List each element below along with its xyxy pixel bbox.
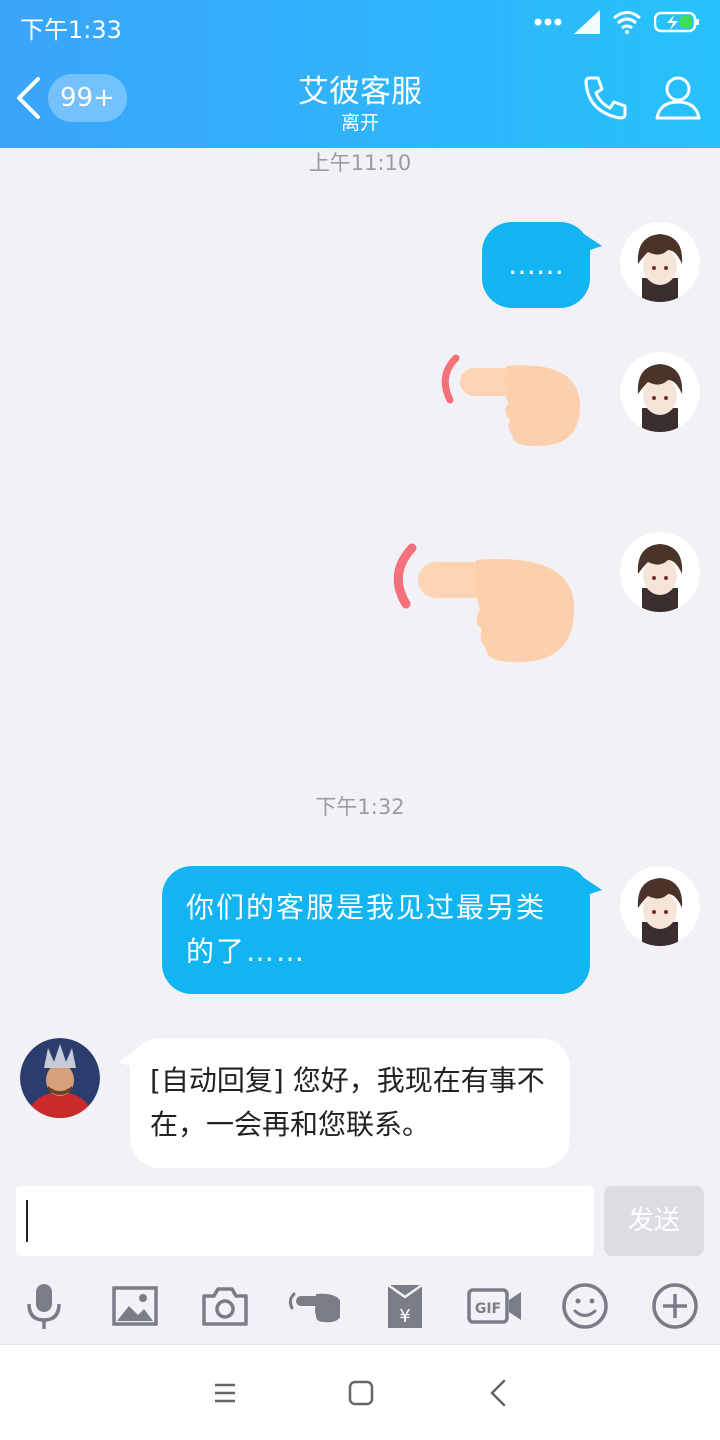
message-bubble-outgoing[interactable]: 你们的客服是我见过最另类的了……	[162, 866, 590, 994]
status-time: 下午1:33	[20, 16, 122, 44]
battery-icon	[654, 11, 699, 33]
profile-icon[interactable]	[652, 72, 704, 124]
text-caret	[26, 1200, 28, 1242]
message-text: 你们的客服是我见过最另类的了……	[186, 891, 547, 968]
status-icons	[534, 10, 700, 34]
message-text: [自动回复] 您好，我现在有事不在，一会再和您联系。	[150, 1064, 545, 1141]
message-bubble-outgoing[interactable]: ……	[482, 222, 590, 308]
message-input[interactable]	[16, 1186, 594, 1256]
image-icon[interactable]	[109, 1280, 161, 1332]
more-dots-icon	[534, 18, 562, 26]
red-packet-icon[interactable]: ¥	[379, 1280, 431, 1332]
gif-icon[interactable]: GIF	[467, 1280, 523, 1332]
my-avatar[interactable]	[620, 222, 700, 302]
send-button[interactable]: 发送	[604, 1186, 704, 1256]
microphone-icon[interactable]	[18, 1280, 70, 1332]
message-text: ……	[508, 248, 564, 281]
poke-hand-sticker[interactable]	[386, 540, 580, 668]
message-bubble-incoming[interactable]: [自动回复] 您好，我现在有事不在，一会再和您联系。	[130, 1038, 570, 1168]
home-icon[interactable]	[343, 1375, 379, 1411]
poke-hand-sticker[interactable]	[436, 350, 584, 450]
svg-text:¥: ¥	[399, 1306, 410, 1327]
my-avatar[interactable]	[620, 532, 700, 612]
plus-icon[interactable]	[649, 1280, 701, 1332]
my-avatar[interactable]	[620, 866, 700, 946]
camera-icon[interactable]	[199, 1280, 251, 1332]
system-nav-bar	[0, 1344, 720, 1440]
wifi-icon	[613, 11, 641, 34]
bubble-tail	[584, 234, 602, 252]
timestamp: 上午11:10	[308, 151, 412, 175]
menu-icon[interactable]	[207, 1375, 243, 1411]
svg-text:GIF: GIF	[475, 1301, 501, 1317]
nav-back-icon[interactable]	[482, 1375, 518, 1411]
phone-icon[interactable]	[580, 72, 632, 124]
emoji-icon[interactable]	[559, 1280, 611, 1332]
contact-avatar[interactable]	[20, 1038, 100, 1118]
poke-icon[interactable]	[288, 1280, 340, 1332]
bubble-tail	[584, 878, 602, 896]
my-avatar[interactable]	[620, 352, 700, 432]
chat-header: 下午1:33 99+ 艾彼客服 离开	[0, 0, 720, 148]
input-toolbar: ¥ GIF	[0, 1272, 720, 1340]
signal-icon	[574, 10, 600, 34]
timestamp: 下午1:32	[315, 795, 405, 819]
